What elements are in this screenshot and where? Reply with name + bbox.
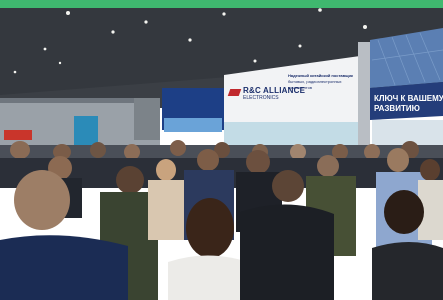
booth-tagline-line1: Надежный китайский поставщик (288, 73, 353, 78)
slogan-line2: РАЗВИТИЮ (374, 104, 420, 113)
red-booth-sign (4, 130, 32, 140)
booth-brand-subtitle: ELECTRONICS (243, 95, 279, 101)
frame-top-bar (0, 0, 443, 8)
booth-tagline-line2: бытовых, радиоэлектронных (288, 79, 342, 84)
slogan-line1: КЛЮЧ К ВАШЕМУ (374, 94, 443, 103)
booth-tagline-line3: компонентов (288, 85, 312, 90)
pillar (134, 98, 160, 140)
blue-poster (74, 116, 98, 146)
exhibition-hall-photo (0, 0, 443, 300)
photo-scene: R&C ALLIANCE ELECTRONICS Надежный китайс… (0, 0, 443, 300)
